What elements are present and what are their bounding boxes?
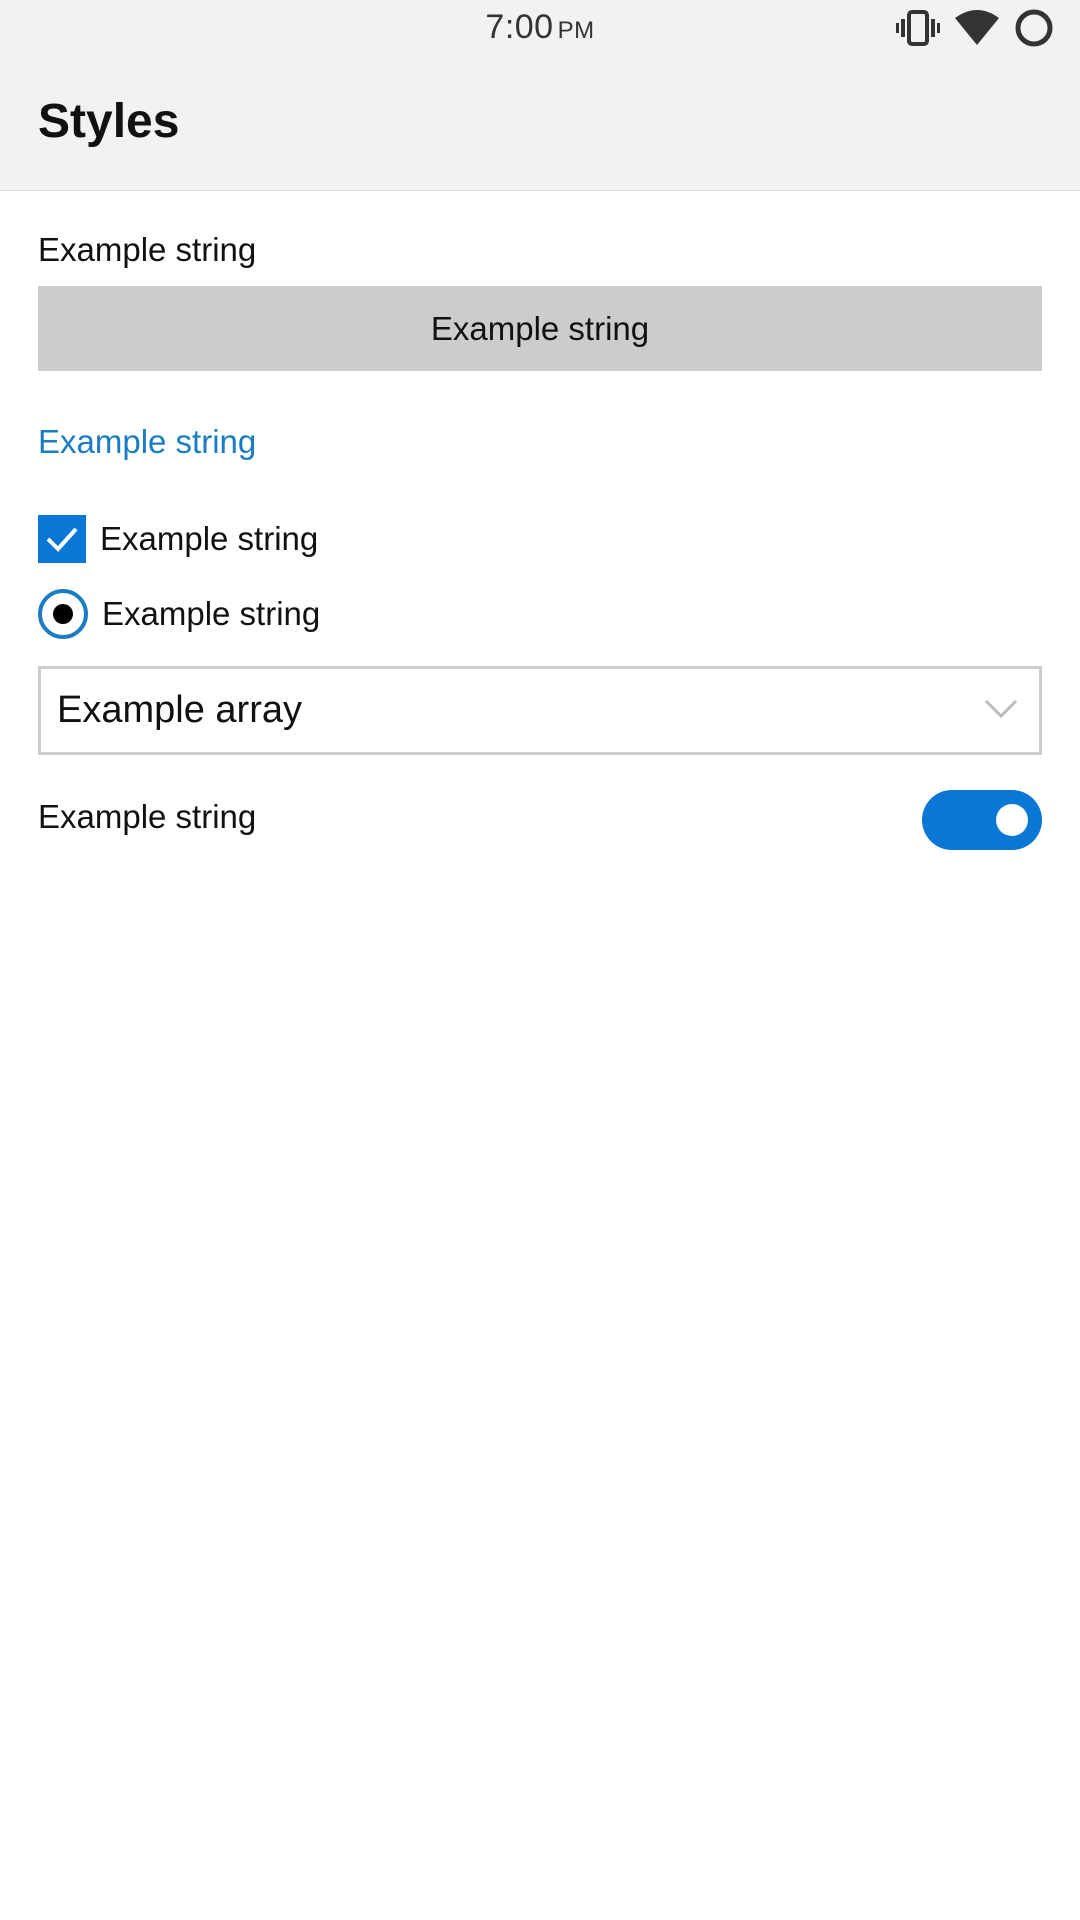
switch-row: Example string [38,790,1042,850]
status-time-value: 7:00 [485,8,554,46]
checkmark-icon [46,527,78,552]
page-title: Styles [38,95,180,148]
radio-dot [53,604,73,624]
checkbox[interactable] [38,515,86,563]
example-link[interactable]: Example string [38,423,256,461]
chevron-down-icon [983,697,1019,726]
dropdown-value: Example array [57,689,302,731]
vibrate-icon [896,10,940,46]
app-header: 7:00 PM Styles [0,0,1080,191]
status-icons [896,8,1054,48]
example-button[interactable]: Example string [38,286,1042,371]
battery-ring-icon [1014,8,1054,48]
toggle-switch[interactable] [922,790,1042,850]
status-bar: 7:00 PM [0,0,1080,60]
checkbox-row[interactable]: Example string [38,514,318,564]
radio-button[interactable] [38,589,88,639]
text-label: Example string [38,231,257,268]
checkbox-label: Example string [100,520,319,557]
switch-label: Example string [38,798,257,835]
dropdown-select[interactable]: Example array [38,666,1042,755]
status-time-ampm: PM [557,17,595,44]
radio-label: Example string [102,595,321,632]
toggle-knob [996,804,1028,836]
radio-row[interactable]: Example string [38,589,320,639]
wifi-icon [954,10,1000,46]
